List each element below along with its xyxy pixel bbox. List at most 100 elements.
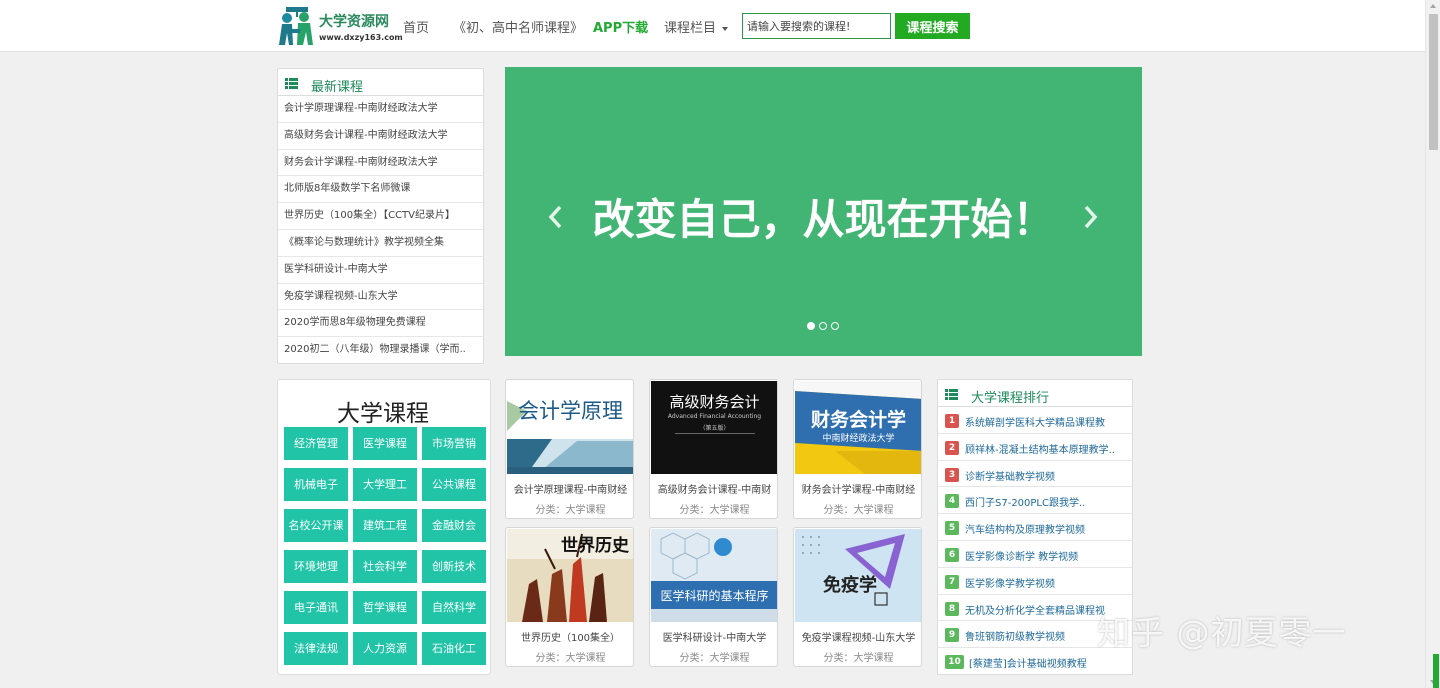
rank-badge: 8 — [945, 601, 959, 616]
category-button[interactable]: 电子通讯 — [284, 591, 348, 624]
category-button[interactable]: 医学课程 — [353, 427, 417, 460]
category-button[interactable]: 自然科学 — [422, 591, 486, 624]
page-scrollbar[interactable] — [1425, 0, 1440, 688]
zhihu-watermark: 知乎 @初夏零一 — [1097, 613, 1347, 652]
cover-title: 免疫学 — [823, 575, 877, 596]
ranking-item-title: 诊断学基础教学视频 — [965, 471, 1055, 483]
course-name: 财务会计学课程-中南财经 — [801, 485, 916, 496]
nav-home[interactable]: 首页 — [403, 17, 429, 36]
category-button[interactable]: 市场营销 — [422, 427, 486, 460]
course-card[interactable]: 高级财务会计 Advanced Financial Accounting （第五… — [649, 379, 778, 519]
scroll-up-arrow-icon[interactable] — [1430, 4, 1436, 8]
latest-course-item[interactable]: 免疫学课程视频-山东大学 — [278, 284, 483, 311]
category-button[interactable]: 社会科学 — [353, 550, 417, 583]
ranking-item[interactable]: 3 诊断学基础教学视频 — [938, 461, 1132, 488]
category-button[interactable]: 法律法规 — [284, 632, 348, 665]
search-button[interactable]: 课程搜索 — [895, 13, 970, 39]
category-button[interactable]: 环境地理 — [284, 550, 348, 583]
ranking-title: 大学课程排行 — [971, 391, 1050, 406]
course-cover-image: 世界历史 — [507, 529, 633, 622]
nav-course-columns[interactable]: 课程栏目 — [664, 17, 729, 36]
category-button[interactable]: 建筑工程 — [353, 509, 417, 542]
list-icon — [945, 389, 958, 400]
cover-subtitle: Advanced Financial Accounting — [667, 413, 762, 420]
course-name: 会计学原理课程-中南财经 — [513, 485, 628, 496]
list-icon — [285, 78, 298, 89]
course-card[interactable]: 世界历史 世界历史（100集全） 分类：大学课程 — [505, 527, 634, 667]
cover-rule — [675, 433, 755, 434]
rank-badge: 2 — [945, 440, 959, 455]
category-button[interactable]: 公共课程 — [422, 468, 486, 501]
category-button[interactable]: 名校公开课 — [284, 509, 348, 542]
nav-course-columns-label: 课程栏目 — [664, 21, 717, 36]
ranking-item[interactable]: 6 医学影像诊断学 教学视频 — [938, 541, 1132, 568]
logo-title: 大学资源网 — [319, 14, 389, 30]
ranking-item[interactable]: 1 系统解剖学医科大学精品课程教 — [938, 407, 1132, 434]
floating-side-tab[interactable] — [1433, 654, 1439, 688]
cover-art — [651, 532, 777, 622]
cover-title: 高级财务会计 — [669, 393, 760, 411]
course-name: 高级财务会计课程-中南财 — [657, 485, 772, 496]
course-name: 免疫学课程视频-山东大学 — [801, 633, 916, 644]
ranking-header: 大学课程排行 — [938, 380, 1132, 407]
rank-badge: 6 — [945, 547, 959, 562]
scrollbar-thumb[interactable] — [1429, 14, 1438, 150]
ranking-item[interactable]: 7 医学影像学教学视频 — [938, 568, 1132, 595]
latest-course-item[interactable]: 财务会计学课程-中南财经政法大学 — [278, 150, 483, 177]
rank-badge: 9 — [945, 628, 959, 643]
caret-down-icon — [722, 26, 729, 31]
rank-badge: 10 — [945, 655, 964, 670]
carousel-dot-2[interactable] — [819, 322, 827, 330]
search-input[interactable] — [742, 13, 891, 39]
category-button[interactable]: 金融财会 — [422, 509, 486, 542]
course-name: 世界历史（100集全） — [520, 633, 621, 644]
latest-course-item[interactable]: 2020初二（八年级）物理录播课（学而.. — [278, 337, 483, 364]
latest-course-item[interactable]: 2020学而思8年级物理免费课程 — [278, 310, 483, 338]
ranking-item-title: 顾祥林-混凝土结构基本原理教学.. — [965, 444, 1115, 456]
categories-title: 大学课程 — [337, 401, 429, 427]
category-button[interactable]: 创新技术 — [422, 550, 486, 583]
cover-title: 世界历史 — [561, 536, 629, 556]
course-card[interactable]: 会计学原理 会计学原理课程-中南财经 分类：大学课程 — [505, 379, 634, 519]
course-category: 分类：大学课程 — [679, 505, 750, 516]
course-card[interactable]: 财务会计学 中南财经政法大学 财务会计学课程-中南财经 分类：大学课程 — [793, 379, 922, 519]
logo-graduates-icon — [279, 7, 313, 45]
category-button[interactable]: 大学理工 — [353, 468, 417, 501]
rank-badge: 5 — [945, 521, 959, 536]
course-card[interactable]: 医学科研的基本程序 医学科研设计-中南大学 分类：大学课程 — [649, 527, 778, 667]
cover-title: 医学科研的基本程序 — [660, 589, 769, 603]
course-cover-image: 免疫学 — [795, 529, 921, 622]
course-cover-image: 会计学原理 — [507, 381, 633, 474]
nav-teachers[interactable]: 《初、高中名师课程》 — [453, 17, 583, 36]
site-header: 大学资源网 www.dxzy163.com 首页 《初、高中名师课程》 APP下… — [0, 0, 1425, 52]
ranking-item[interactable]: 5 汽车结构构及原理教学视频 — [938, 514, 1132, 541]
latest-course-item[interactable]: 会计学原理课程-中南财经政法大学 — [278, 96, 483, 123]
course-cover-image: 财务会计学 中南财经政法大学 — [795, 381, 921, 474]
ranking-item-title: 系统解剖学医科大学精品课程教 — [965, 418, 1105, 429]
carousel-dot-1[interactable] — [807, 322, 815, 330]
site-logo[interactable]: 大学资源网 www.dxzy163.com — [277, 5, 403, 49]
cover-edition: （第五版） — [699, 425, 730, 432]
ranking-item-title: 医学影像诊断学 教学视频 — [965, 551, 1079, 563]
category-button[interactable]: 哲学课程 — [353, 591, 417, 624]
course-card[interactable]: 免疫学 免疫学课程视频-山东大学 分类：大学课程 — [793, 527, 922, 667]
latest-courses-header: 最新课程 — [278, 69, 483, 96]
category-button[interactable]: 人力资源 — [353, 632, 417, 665]
ranking-item[interactable]: 4 西门子S7-200PLC跟我学.. — [938, 487, 1132, 515]
logo-url: www.dxzy163.com — [319, 33, 403, 42]
latest-course-item[interactable]: 高级财务会计课程-中南财经政法大学 — [278, 123, 483, 150]
nav-app-download[interactable]: APP下载 — [593, 17, 648, 36]
ranking-item-title: 汽车结构构及原理教学视频 — [965, 525, 1085, 537]
course-category: 分类：大学课程 — [535, 505, 606, 516]
carousel-prev-arrow-icon[interactable] — [548, 205, 562, 229]
category-button[interactable]: 经济管理 — [284, 427, 348, 460]
carousel-next-arrow-icon[interactable] — [1084, 205, 1098, 229]
latest-course-item[interactable]: 医学科研设计-中南大学 — [278, 257, 483, 284]
carousel-dot-3[interactable] — [831, 322, 839, 330]
category-button[interactable]: 石油化工 — [422, 632, 486, 665]
course-category: 分类：大学课程 — [535, 653, 606, 664]
cover-title: 财务会计学 — [810, 409, 906, 431]
ranking-item[interactable]: 2 顾祥林-混凝土结构基本原理教学.. — [938, 434, 1132, 461]
course-category: 分类：大学课程 — [823, 653, 894, 664]
category-button[interactable]: 机械电子 — [284, 468, 348, 501]
